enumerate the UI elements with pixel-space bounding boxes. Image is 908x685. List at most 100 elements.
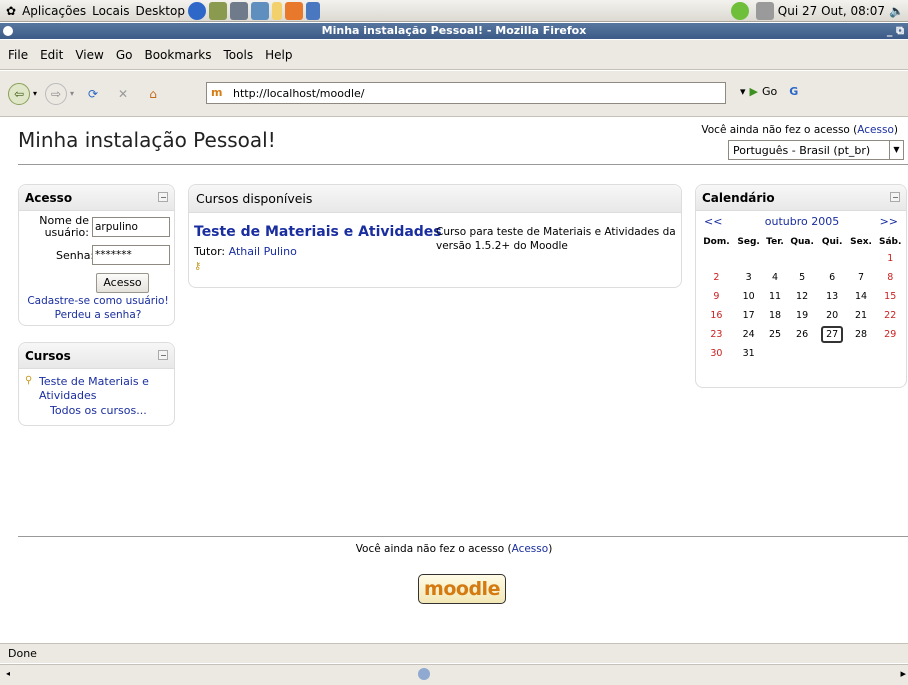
calendar-day-number: 8: [887, 272, 894, 283]
calendar-day[interactable]: 25: [763, 325, 786, 344]
calendar-day[interactable]: 17: [734, 306, 764, 325]
calendar-day[interactable]: 8: [875, 268, 905, 287]
calendar-day[interactable]: 30: [699, 344, 734, 363]
collapse-icon[interactable]: [158, 350, 168, 360]
menu-edit[interactable]: Edit: [40, 48, 63, 62]
chevron-down-icon[interactable]: ▼: [889, 141, 903, 159]
go-button[interactable]: Go: [762, 85, 777, 98]
calendar-day-number: 16: [710, 310, 723, 321]
calendar-day[interactable]: 14: [847, 287, 876, 306]
menu-go[interactable]: Go: [116, 48, 133, 62]
menu-tools[interactable]: Tools: [224, 48, 254, 62]
calendar-day[interactable]: 26: [787, 325, 818, 344]
calendar-day[interactable]: 29: [875, 325, 905, 344]
course-link[interactable]: Teste de Materiais e: [39, 375, 149, 388]
forward-history-icon[interactable]: ▾: [70, 89, 74, 98]
calendar-day[interactable]: 10: [734, 287, 764, 306]
calendar-day[interactable]: 27: [818, 325, 847, 344]
calendar-day[interactable]: 24: [734, 325, 764, 344]
forward-button[interactable]: ⇨: [45, 82, 68, 105]
calendar-next-link[interactable]: >>: [880, 215, 898, 228]
calendar-day[interactable]: 22: [875, 306, 905, 325]
menu-bookmarks[interactable]: Bookmarks: [144, 48, 211, 62]
calendar-day[interactable]: 31: [734, 344, 764, 363]
moodle-logo[interactable]: moodle: [418, 574, 506, 604]
back-button[interactable]: ⇦: [8, 82, 30, 105]
calendar-day[interactable]: 20: [818, 306, 847, 325]
forgot-password-link[interactable]: Perdeu a senha?: [23, 309, 173, 321]
calendar-day[interactable]: 1: [875, 249, 905, 268]
gnome-foot-icon[interactable]: ✿: [6, 4, 16, 18]
weekday-sun: Dom.: [703, 237, 730, 247]
network-launcher-icon[interactable]: [250, 1, 269, 20]
printer-icon[interactable]: [755, 1, 774, 20]
volume-icon[interactable]: 🔈: [889, 4, 904, 18]
url-text[interactable]: http://localhost/moodle/: [233, 87, 364, 100]
desktop-menu[interactable]: Desktop: [135, 4, 185, 18]
firefox-launcher-icon[interactable]: [187, 1, 206, 20]
calendar-empty-cell: [787, 344, 818, 363]
go-icon[interactable]: ▶: [750, 85, 758, 98]
update-icon[interactable]: [730, 1, 749, 20]
editor-launcher-icon[interactable]: [305, 1, 320, 20]
calendar-day[interactable]: 19: [787, 306, 818, 325]
calendar-prev-link[interactable]: <<: [704, 215, 722, 228]
calendar-day[interactable]: 2: [699, 268, 734, 287]
calendar-day-number: 23: [710, 329, 723, 340]
calendar-day[interactable]: 21: [847, 306, 876, 325]
login-link[interactable]: Acesso: [857, 124, 894, 136]
calendar-day[interactable]: 13: [818, 287, 847, 306]
applications-menu[interactable]: Aplicações: [22, 4, 86, 18]
calendar-day[interactable]: 16: [699, 306, 734, 325]
teacher-link[interactable]: Athail Pulino: [229, 245, 297, 258]
calendar-day[interactable]: 23: [699, 325, 734, 344]
scroll-left-icon[interactable]: ◂: [6, 669, 10, 678]
url-bar[interactable]: m http://localhost/moodle/: [206, 82, 726, 104]
calendar-day[interactable]: 5: [787, 268, 818, 287]
calendar-day[interactable]: 3: [734, 268, 764, 287]
window-titlebar[interactable]: Minha instalação Pessoal! - Mozilla Fire…: [0, 23, 908, 39]
home-icon[interactable]: ⌂: [142, 83, 164, 105]
calendar-day[interactable]: 7: [847, 268, 876, 287]
url-dropdown-icon[interactable]: ▾: [740, 85, 746, 98]
course-link-cont[interactable]: Atividades: [39, 389, 96, 402]
calendar-day[interactable]: 12: [787, 287, 818, 306]
footer-login-link[interactable]: Acesso: [512, 543, 549, 555]
calendar-day[interactable]: 18: [763, 306, 786, 325]
horizontal-scrollbar[interactable]: ◂ ▸: [0, 664, 908, 685]
calendar-day[interactable]: 4: [763, 268, 786, 287]
window-menu-icon[interactable]: [3, 26, 13, 36]
scroll-right-icon[interactable]: ▸: [900, 667, 906, 680]
calendar-day[interactable]: 9: [699, 287, 734, 306]
signup-link[interactable]: Cadastre-se como usuário!: [23, 295, 173, 307]
calendar-month-link[interactable]: outubro 2005: [696, 215, 908, 228]
notes-launcher-icon[interactable]: [208, 1, 227, 20]
calendar-empty-cell: [763, 344, 786, 363]
language-select[interactable]: Português - Brasil (pt_br) ▼: [728, 140, 904, 160]
calendar-day[interactable]: 6: [818, 268, 847, 287]
course-title-link[interactable]: Teste de Materiais e Atividades: [194, 224, 442, 240]
all-courses-link[interactable]: Todos os cursos...: [50, 404, 147, 417]
places-menu[interactable]: Locais: [92, 4, 129, 18]
username-input[interactable]: arpulino: [92, 217, 170, 237]
window-controls[interactable]: _ ⧉: [887, 23, 904, 39]
collapse-icon[interactable]: [890, 192, 900, 202]
office-launcher-icon[interactable]: [284, 1, 303, 20]
password-input[interactable]: *******: [92, 245, 170, 265]
reload-icon[interactable]: ⟳: [82, 83, 104, 105]
calendar-day[interactable]: 28: [847, 325, 876, 344]
calendar-day[interactable]: 11: [763, 287, 786, 306]
clock[interactable]: Qui 27 Out, 08:07: [778, 4, 885, 18]
help-launcher-icon[interactable]: [271, 1, 282, 20]
terminal-launcher-icon[interactable]: [229, 1, 248, 20]
menu-view[interactable]: View: [75, 48, 103, 62]
scroll-thumb[interactable]: [418, 668, 430, 680]
search-engine-icon[interactable]: G: [789, 85, 798, 98]
collapse-icon[interactable]: [158, 192, 168, 202]
login-button[interactable]: Acesso: [96, 273, 149, 293]
menu-file[interactable]: File: [8, 48, 28, 62]
stop-icon[interactable]: ✕: [112, 83, 134, 105]
menu-help[interactable]: Help: [265, 48, 292, 62]
back-history-icon[interactable]: ▾: [33, 89, 37, 98]
calendar-day[interactable]: 15: [875, 287, 905, 306]
